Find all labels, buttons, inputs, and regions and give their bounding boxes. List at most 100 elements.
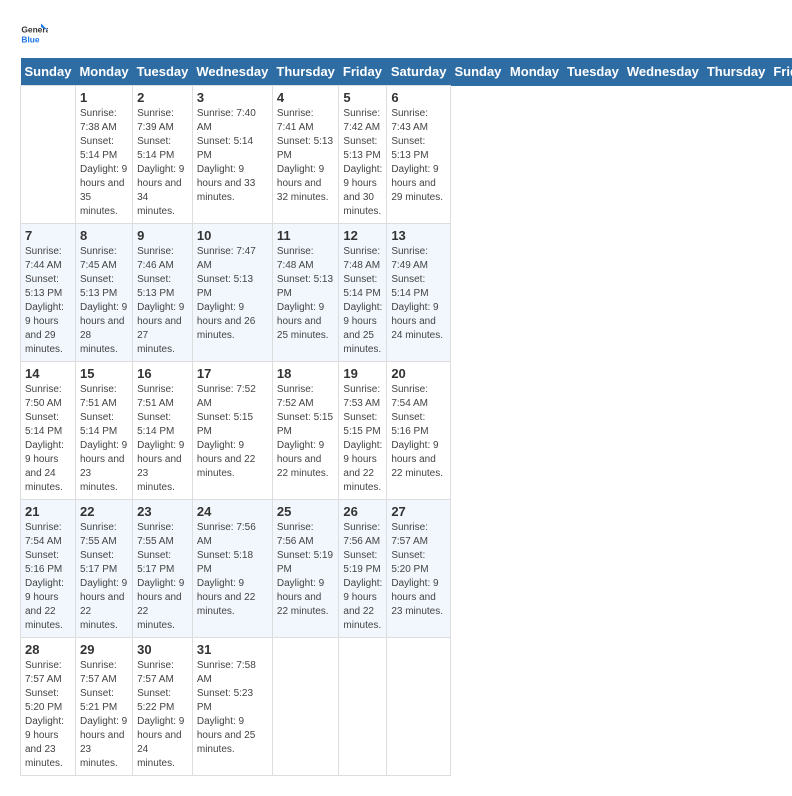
day-info: Sunrise: 7:45 AM Sunset: 5:13 PM Dayligh… bbox=[80, 245, 128, 357]
calendar-cell: 8 Sunrise: 7:45 AM Sunset: 5:13 PM Dayli… bbox=[75, 224, 132, 362]
day-info: Sunrise: 7:52 AM Sunset: 5:15 PM Dayligh… bbox=[197, 383, 268, 481]
day-number: 16 bbox=[137, 366, 188, 381]
calendar-cell: 30 Sunrise: 7:57 AM Sunset: 5:22 PM Dayl… bbox=[133, 638, 193, 776]
day-number: 12 bbox=[343, 228, 382, 243]
day-info: Sunrise: 7:42 AM Sunset: 5:13 PM Dayligh… bbox=[343, 107, 382, 219]
calendar-cell bbox=[387, 638, 451, 776]
calendar-cell: 2 Sunrise: 7:39 AM Sunset: 5:14 PM Dayli… bbox=[133, 86, 193, 224]
calendar-cell: 4 Sunrise: 7:41 AM Sunset: 5:13 PM Dayli… bbox=[272, 86, 339, 224]
calendar-cell: 11 Sunrise: 7:48 AM Sunset: 5:13 PM Dayl… bbox=[272, 224, 339, 362]
calendar-cell: 12 Sunrise: 7:48 AM Sunset: 5:14 PM Dayl… bbox=[339, 224, 387, 362]
day-number: 7 bbox=[25, 228, 71, 243]
day-info: Sunrise: 7:57 AM Sunset: 5:21 PM Dayligh… bbox=[80, 659, 128, 771]
calendar-cell: 27 Sunrise: 7:57 AM Sunset: 5:20 PM Dayl… bbox=[387, 500, 451, 638]
svg-text:Blue: Blue bbox=[21, 34, 39, 44]
day-info: Sunrise: 7:43 AM Sunset: 5:13 PM Dayligh… bbox=[391, 107, 446, 205]
calendar-cell: 9 Sunrise: 7:46 AM Sunset: 5:13 PM Dayli… bbox=[133, 224, 193, 362]
col-header-tuesday: Tuesday bbox=[563, 58, 623, 86]
day-number: 1 bbox=[80, 90, 128, 105]
calendar-cell: 3 Sunrise: 7:40 AM Sunset: 5:14 PM Dayli… bbox=[192, 86, 272, 224]
calendar-cell: 23 Sunrise: 7:55 AM Sunset: 5:17 PM Dayl… bbox=[133, 500, 193, 638]
calendar-week-3: 14 Sunrise: 7:50 AM Sunset: 5:14 PM Dayl… bbox=[21, 362, 792, 500]
page-header: General Blue bbox=[20, 20, 772, 48]
calendar-cell: 6 Sunrise: 7:43 AM Sunset: 5:13 PM Dayli… bbox=[387, 86, 451, 224]
day-number: 14 bbox=[25, 366, 71, 381]
calendar-cell: 22 Sunrise: 7:55 AM Sunset: 5:17 PM Dayl… bbox=[75, 500, 132, 638]
day-info: Sunrise: 7:50 AM Sunset: 5:14 PM Dayligh… bbox=[25, 383, 71, 495]
day-info: Sunrise: 7:57 AM Sunset: 5:22 PM Dayligh… bbox=[137, 659, 188, 771]
day-number: 20 bbox=[391, 366, 446, 381]
day-number: 8 bbox=[80, 228, 128, 243]
day-info: Sunrise: 7:53 AM Sunset: 5:15 PM Dayligh… bbox=[343, 383, 382, 495]
day-number: 13 bbox=[391, 228, 446, 243]
calendar-cell: 21 Sunrise: 7:54 AM Sunset: 5:16 PM Dayl… bbox=[21, 500, 76, 638]
day-number: 15 bbox=[80, 366, 128, 381]
day-number: 4 bbox=[277, 90, 335, 105]
calendar-cell bbox=[21, 86, 76, 224]
calendar-cell: 28 Sunrise: 7:57 AM Sunset: 5:20 PM Dayl… bbox=[21, 638, 76, 776]
header-thursday: Thursday bbox=[272, 58, 339, 86]
day-number: 18 bbox=[277, 366, 335, 381]
day-number: 26 bbox=[343, 504, 382, 519]
day-info: Sunrise: 7:46 AM Sunset: 5:13 PM Dayligh… bbox=[137, 245, 188, 357]
day-info: Sunrise: 7:40 AM Sunset: 5:14 PM Dayligh… bbox=[197, 107, 268, 205]
header-wednesday: Wednesday bbox=[192, 58, 272, 86]
day-info: Sunrise: 7:56 AM Sunset: 5:19 PM Dayligh… bbox=[277, 521, 335, 619]
logo-icon: General Blue bbox=[20, 20, 48, 48]
calendar-cell: 31 Sunrise: 7:58 AM Sunset: 5:23 PM Dayl… bbox=[192, 638, 272, 776]
calendar-header-row: SundayMondayTuesdayWednesdayThursdayFrid… bbox=[21, 58, 792, 86]
day-info: Sunrise: 7:49 AM Sunset: 5:14 PM Dayligh… bbox=[391, 245, 446, 343]
calendar-cell: 13 Sunrise: 7:49 AM Sunset: 5:14 PM Dayl… bbox=[387, 224, 451, 362]
day-info: Sunrise: 7:51 AM Sunset: 5:14 PM Dayligh… bbox=[137, 383, 188, 495]
day-number: 22 bbox=[80, 504, 128, 519]
calendar-table: SundayMondayTuesdayWednesdayThursdayFrid… bbox=[20, 58, 792, 776]
calendar-cell: 15 Sunrise: 7:51 AM Sunset: 5:14 PM Dayl… bbox=[75, 362, 132, 500]
day-number: 9 bbox=[137, 228, 188, 243]
day-number: 6 bbox=[391, 90, 446, 105]
day-info: Sunrise: 7:54 AM Sunset: 5:16 PM Dayligh… bbox=[391, 383, 446, 481]
svg-text:General: General bbox=[21, 25, 48, 35]
calendar-cell: 7 Sunrise: 7:44 AM Sunset: 5:13 PM Dayli… bbox=[21, 224, 76, 362]
header-saturday: Saturday bbox=[387, 58, 451, 86]
day-info: Sunrise: 7:56 AM Sunset: 5:18 PM Dayligh… bbox=[197, 521, 268, 619]
calendar-cell: 1 Sunrise: 7:38 AM Sunset: 5:14 PM Dayli… bbox=[75, 86, 132, 224]
day-info: Sunrise: 7:47 AM Sunset: 5:13 PM Dayligh… bbox=[197, 245, 268, 343]
day-info: Sunrise: 7:41 AM Sunset: 5:13 PM Dayligh… bbox=[277, 107, 335, 205]
calendar-week-4: 21 Sunrise: 7:54 AM Sunset: 5:16 PM Dayl… bbox=[21, 500, 792, 638]
calendar-cell: 10 Sunrise: 7:47 AM Sunset: 5:13 PM Dayl… bbox=[192, 224, 272, 362]
day-number: 11 bbox=[277, 228, 335, 243]
day-info: Sunrise: 7:52 AM Sunset: 5:15 PM Dayligh… bbox=[277, 383, 335, 481]
calendar-cell: 19 Sunrise: 7:53 AM Sunset: 5:15 PM Dayl… bbox=[339, 362, 387, 500]
calendar-cell: 5 Sunrise: 7:42 AM Sunset: 5:13 PM Dayli… bbox=[339, 86, 387, 224]
day-number: 3 bbox=[197, 90, 268, 105]
day-info: Sunrise: 7:48 AM Sunset: 5:14 PM Dayligh… bbox=[343, 245, 382, 357]
day-info: Sunrise: 7:57 AM Sunset: 5:20 PM Dayligh… bbox=[391, 521, 446, 619]
day-number: 25 bbox=[277, 504, 335, 519]
day-number: 19 bbox=[343, 366, 382, 381]
day-info: Sunrise: 7:54 AM Sunset: 5:16 PM Dayligh… bbox=[25, 521, 71, 633]
col-header-wednesday: Wednesday bbox=[623, 58, 703, 86]
day-info: Sunrise: 7:44 AM Sunset: 5:13 PM Dayligh… bbox=[25, 245, 71, 357]
day-number: 21 bbox=[25, 504, 71, 519]
calendar-cell bbox=[339, 638, 387, 776]
calendar-cell: 26 Sunrise: 7:56 AM Sunset: 5:19 PM Dayl… bbox=[339, 500, 387, 638]
day-number: 29 bbox=[80, 642, 128, 657]
day-number: 24 bbox=[197, 504, 268, 519]
calendar-week-2: 7 Sunrise: 7:44 AM Sunset: 5:13 PM Dayli… bbox=[21, 224, 792, 362]
calendar-week-5: 28 Sunrise: 7:57 AM Sunset: 5:20 PM Dayl… bbox=[21, 638, 792, 776]
col-header-friday: Friday bbox=[769, 58, 792, 86]
col-header-thursday: Thursday bbox=[703, 58, 770, 86]
day-info: Sunrise: 7:55 AM Sunset: 5:17 PM Dayligh… bbox=[80, 521, 128, 633]
day-info: Sunrise: 7:39 AM Sunset: 5:14 PM Dayligh… bbox=[137, 107, 188, 219]
calendar-cell: 24 Sunrise: 7:56 AM Sunset: 5:18 PM Dayl… bbox=[192, 500, 272, 638]
day-info: Sunrise: 7:38 AM Sunset: 5:14 PM Dayligh… bbox=[80, 107, 128, 219]
day-number: 31 bbox=[197, 642, 268, 657]
calendar-cell: 17 Sunrise: 7:52 AM Sunset: 5:15 PM Dayl… bbox=[192, 362, 272, 500]
day-number: 17 bbox=[197, 366, 268, 381]
day-number: 30 bbox=[137, 642, 188, 657]
day-number: 5 bbox=[343, 90, 382, 105]
day-number: 2 bbox=[137, 90, 188, 105]
calendar-cell: 25 Sunrise: 7:56 AM Sunset: 5:19 PM Dayl… bbox=[272, 500, 339, 638]
day-info: Sunrise: 7:51 AM Sunset: 5:14 PM Dayligh… bbox=[80, 383, 128, 495]
calendar-cell: 16 Sunrise: 7:51 AM Sunset: 5:14 PM Dayl… bbox=[133, 362, 193, 500]
